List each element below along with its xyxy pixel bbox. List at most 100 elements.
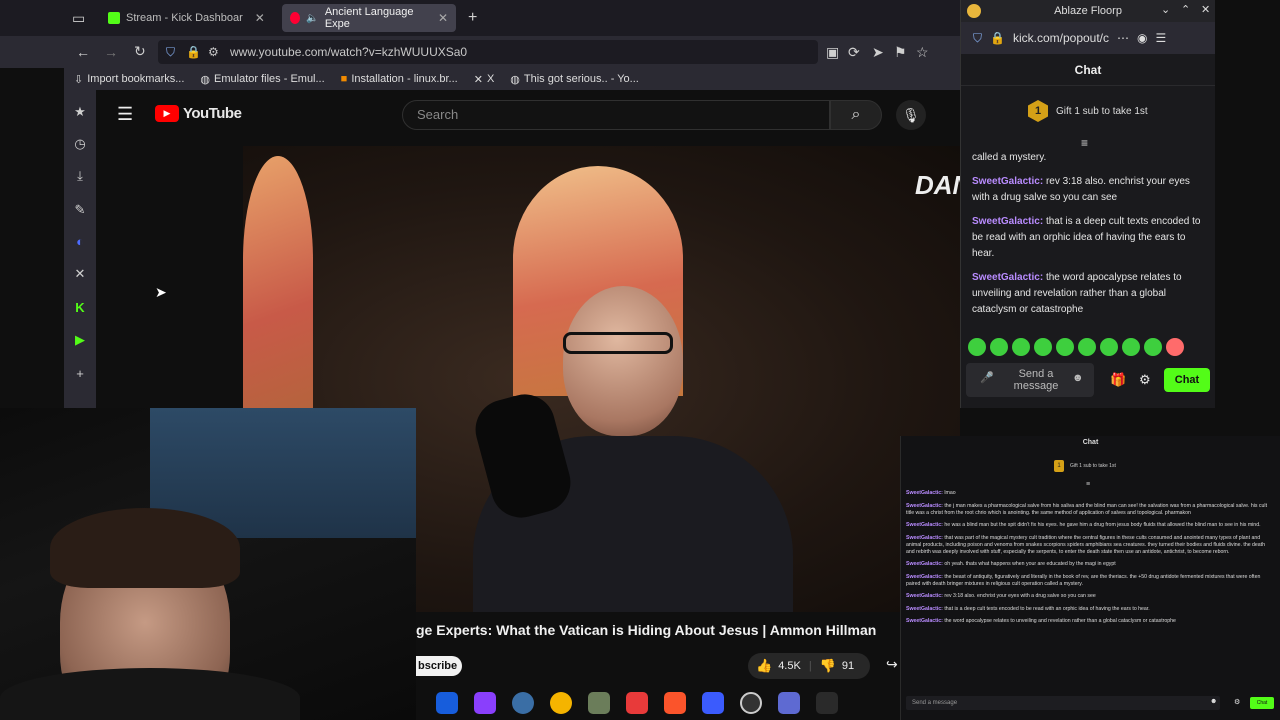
shield-icon[interactable]: ⛉ — [973, 31, 982, 46]
bookmark-item[interactable]: ✕ X — [474, 73, 495, 86]
emote-icon[interactable] — [1012, 338, 1030, 356]
flag-icon[interactable]: ⚑ — [894, 44, 907, 61]
search-button[interactable]: ⌕ — [830, 100, 882, 130]
floorp-icon[interactable]: ◐ — [72, 234, 88, 250]
close-icon[interactable]: ✕ — [1201, 3, 1210, 16]
floorp-icon[interactable] — [702, 692, 724, 714]
rumble-icon[interactable]: ▶ — [72, 332, 88, 348]
gear-icon[interactable]: ⚙ — [1139, 372, 1151, 388]
like-count[interactable]: 4.5K — [778, 660, 801, 672]
chat-username[interactable]: SweetGalactic: — [906, 490, 943, 496]
emote-icon[interactable] — [1144, 338, 1162, 356]
gift-sub-banner[interactable]: 1 Gift 1 sub to take 1st — [1054, 460, 1116, 472]
game-icon[interactable] — [588, 692, 610, 714]
chat-username[interactable]: SweetGalactic: — [906, 618, 943, 624]
chat-username[interactable]: SweetGalactic: — [906, 593, 943, 599]
forward-icon[interactable]: → — [104, 44, 118, 60]
menu-icon[interactable]: ☰ — [117, 104, 133, 125]
subscribe-button[interactable]: bscribe — [416, 656, 462, 676]
chat-input[interactable]: 🎤 Send a message ☻ — [966, 363, 1094, 397]
picture-in-picture-icon[interactable]: ▣ — [826, 44, 839, 61]
tab-kick-dashboard[interactable]: Stream - Kick Dashboar ✕ — [100, 4, 276, 32]
more-icon[interactable]: ⋯ — [1117, 31, 1129, 45]
bookmarks-star-icon[interactable]: ★ — [72, 104, 88, 120]
extension-icon[interactable]: ⟳ — [848, 44, 860, 61]
app-icon[interactable] — [778, 692, 800, 714]
bookmark-item[interactable]: ◍ Emulator files - Emul... — [200, 73, 324, 86]
bookmark-item[interactable]: ◍ This got serious.. - Yo... — [510, 73, 639, 86]
new-tab-icon[interactable]: + — [468, 9, 477, 27]
lock-icon[interactable]: 🔒 — [186, 40, 201, 64]
mkv-icon[interactable] — [512, 692, 534, 714]
filter-icon[interactable]: ≡ — [1086, 481, 1090, 488]
close-tab-icon[interactable]: ✕ — [255, 11, 265, 25]
chat-username[interactable]: SweetGalactic: — [972, 216, 1043, 227]
chat-username[interactable]: SweetGalactic: — [906, 606, 943, 612]
add-panel-icon[interactable]: + — [72, 366, 88, 382]
youtube-logo[interactable]: ▶ YouTube — [155, 105, 242, 122]
chevron-down-icon[interactable]: ⌄ — [1161, 3, 1170, 16]
address-bar[interactable]: ⛉ 🔒 ⚙ www.youtube.com/watch?v=kzhWUUUXSa… — [158, 40, 818, 64]
chat-username[interactable]: SweetGalactic: — [972, 176, 1043, 187]
tab-list-icon[interactable]: ▭ — [72, 10, 85, 27]
bookmark-item[interactable]: ⇩ Import bookmarks... — [74, 73, 184, 86]
emote-icon[interactable] — [990, 338, 1008, 356]
close-tab-icon[interactable]: ✕ — [438, 11, 448, 25]
emote-icon[interactable] — [1100, 338, 1118, 356]
permissions-icon[interactable]: ⚙ — [208, 40, 219, 64]
chat-input[interactable]: Send a message — [906, 696, 1220, 710]
folder-icon[interactable] — [626, 692, 648, 714]
emote-icon[interactable] — [1122, 338, 1140, 356]
gift-icon[interactable]: 🎁 — [1110, 372, 1126, 388]
search-input[interactable]: Search — [402, 100, 830, 130]
hand-icon[interactable] — [550, 692, 572, 714]
chat-username[interactable]: SweetGalactic: — [906, 522, 943, 528]
maximize-icon[interactable]: ⌃ — [1181, 3, 1190, 16]
chat-username[interactable]: SweetGalactic: — [906, 535, 943, 541]
emoji-icon[interactable]: ☻ — [1072, 372, 1084, 384]
emoji-icon[interactable]: ☻ — [1210, 698, 1217, 705]
kick-icon[interactable]: K — [72, 300, 88, 316]
gear-icon[interactable]: ⚙ — [1234, 698, 1240, 706]
send-chat-button[interactable]: Chat — [1250, 697, 1274, 709]
chat-username[interactable]: SweetGalactic: — [972, 272, 1043, 283]
bookmark-item[interactable]: ■ Installation - linux.br... — [341, 73, 458, 85]
send-icon[interactable]: ➤ — [872, 44, 884, 61]
thumbs-up-icon[interactable]: 👍 — [756, 658, 772, 674]
reload-icon[interactable]: ↻ — [134, 43, 146, 60]
gift-sub-banner[interactable]: 1 Gift 1 sub to take 1st — [1028, 100, 1148, 122]
notes-icon[interactable]: ✎ — [72, 202, 88, 218]
terminal-icon[interactable] — [816, 692, 838, 714]
emote-icon[interactable] — [1034, 338, 1052, 356]
account-icon[interactable]: ◉ — [1137, 31, 1147, 45]
speaker-icon[interactable]: 🔈 — [306, 13, 318, 24]
shield-icon[interactable]: ⛉ — [166, 40, 175, 64]
bookmark-star-icon[interactable]: ☆ — [916, 44, 929, 61]
chat-username[interactable]: SweetGalactic: — [906, 561, 943, 567]
obs-icon[interactable] — [740, 692, 762, 714]
chat-username[interactable]: SweetGalactic: — [906, 574, 943, 580]
bitwarden-icon[interactable] — [436, 692, 458, 714]
microphone-icon[interactable]: 🎤 — [980, 372, 994, 384]
voice-search-icon[interactable]: 🎙 — [896, 100, 926, 130]
history-icon[interactable]: ◷ — [72, 136, 88, 152]
share-icon[interactable]: ↪ — [886, 656, 898, 673]
brave-icon[interactable] — [664, 692, 686, 714]
back-icon[interactable]: ← — [76, 44, 90, 60]
emote-icon[interactable] — [1166, 338, 1184, 356]
download-icon[interactable]: ⤓ — [72, 168, 88, 184]
chat-message: SweetGalactic: lmao — [906, 490, 1270, 497]
thumbs-down-icon[interactable]: 👎 — [820, 658, 836, 674]
chat-username[interactable]: SweetGalactic: — [906, 503, 943, 509]
send-chat-button[interactable]: Chat — [1164, 368, 1210, 392]
menu-icon[interactable]: ☰ — [1156, 31, 1167, 45]
filter-icon[interactable]: ≡ — [1081, 136, 1088, 150]
dislike-count[interactable]: 91 — [842, 660, 854, 672]
emote-icon[interactable] — [1056, 338, 1074, 356]
emote-icon[interactable] — [968, 338, 986, 356]
x-icon[interactable]: ✕ — [72, 266, 88, 282]
tab-youtube-video[interactable]: 🔈 Ancient Language Expe ✕ — [282, 4, 456, 32]
app-icon[interactable] — [474, 692, 496, 714]
kick-address-bar[interactable]: ⛉ 🔒 kick.com/popout/c ⋯ ◉ ☰ — [961, 22, 1215, 54]
emote-icon[interactable] — [1078, 338, 1096, 356]
